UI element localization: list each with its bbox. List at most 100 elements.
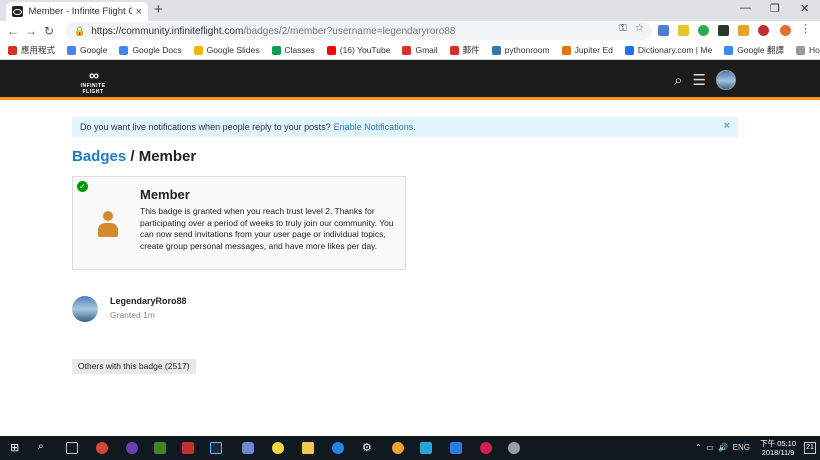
extension-icon[interactable] <box>698 25 709 36</box>
url-domain: https://community.infiniteflight.com <box>91 25 244 37</box>
home-icon <box>795 45 805 55</box>
clock[interactable]: 下午 05:10 2018/11/9 <box>760 439 796 457</box>
store-icon[interactable] <box>450 442 462 454</box>
star-icon[interactable]: ⚿ ☆ <box>619 23 644 34</box>
classroom-icon <box>271 45 281 55</box>
bookmark-google-slides[interactable]: Google Slides <box>193 45 260 55</box>
extension-icon[interactable] <box>658 25 669 36</box>
windows-start-icon[interactable]: ⊞ <box>10 441 22 454</box>
lock-icon: 🔒 <box>74 25 86 36</box>
app-icon[interactable] <box>126 442 138 454</box>
bookmarks-bar: 應用程式 Google Google Docs Google Slides Cl… <box>0 41 820 60</box>
bookmark-label: Home <box>808 45 820 55</box>
jupiter-icon <box>561 45 571 55</box>
extension-icon[interactable] <box>678 25 689 36</box>
badge-description: This badge is granted when you reach tru… <box>140 206 394 251</box>
header-icons: ⌕ ☰ <box>674 70 736 90</box>
bookmark-label: Google <box>80 45 108 55</box>
translate-icon <box>724 45 734 55</box>
settings-gear-icon[interactable]: ⚙ <box>362 441 374 454</box>
reload-icon[interactable]: ↻ <box>40 24 58 38</box>
notification-banner: Do you want live notifications when peop… <box>72 117 738 137</box>
app-icon[interactable] <box>392 442 404 454</box>
user-avatar[interactable] <box>716 70 736 90</box>
bookmark-dictionary[interactable]: Dictionary.com | Me <box>624 45 712 55</box>
app-icon[interactable] <box>420 442 432 454</box>
bookmark-mail[interactable]: 郵件 <box>449 44 480 56</box>
notice-text: Do you want live notifications when peop… <box>80 122 331 132</box>
check-circle-icon: ✓ <box>77 181 88 192</box>
close-icon[interactable]: × <box>724 120 730 132</box>
address-bar[interactable]: 🔒 https://community.infiniteflight.com/b… <box>66 22 652 40</box>
tab-title: Member - Infinite Flight Comm <box>28 6 132 17</box>
others-with-badge-button[interactable]: Others with this badge (2517) <box>72 359 196 374</box>
app-icon[interactable] <box>480 442 492 454</box>
breadcrumb-separator: / <box>126 148 139 165</box>
extension-icon[interactable] <box>738 25 749 36</box>
clock-date: 2018/11/9 <box>761 448 795 457</box>
gmail-icon <box>402 45 412 55</box>
logo-text: INFINITE FLIGHT <box>80 83 106 95</box>
extension-icon[interactable] <box>758 25 769 36</box>
menu-dots-icon[interactable]: ⋮ <box>800 22 811 35</box>
notification-center-icon[interactable]: 21 <box>804 442 816 454</box>
bookmark-classes[interactable]: Classes <box>271 45 315 55</box>
dictionary-icon <box>624 45 634 55</box>
new-tab-button[interactable]: + <box>154 1 163 18</box>
steam-icon[interactable] <box>210 442 222 454</box>
apps-icon <box>8 45 17 55</box>
bookmark-label: 郵件 <box>462 45 480 55</box>
badge-name: Member <box>140 187 190 202</box>
site-header: ∞ INFINITE FLIGHT ⌕ ☰ <box>0 60 820 100</box>
tab-close-icon[interactable]: × <box>136 6 142 18</box>
infinite-flight-logo[interactable]: ∞ INFINITE FLIGHT <box>70 67 116 95</box>
file-explorer-icon[interactable] <box>302 442 314 454</box>
back-arrow-icon[interactable]: ← <box>4 24 22 38</box>
badges-breadcrumb-link[interactable]: Badges <box>72 148 126 165</box>
bookmark-label: Google Docs <box>132 45 182 55</box>
task-view-icon[interactable] <box>66 442 78 454</box>
enable-notifications-link[interactable]: Enable Notifications. <box>334 122 416 132</box>
user-avatar[interactable] <box>72 296 98 322</box>
bookmark-home[interactable]: Home <box>795 45 820 55</box>
bookmark-pythonroom[interactable]: pythonroom <box>491 45 550 55</box>
discord-icon[interactable] <box>242 442 254 454</box>
search-icon[interactable]: ⌕ <box>38 441 50 453</box>
badge-card: ✓ Member This badge is granted when you … <box>72 176 406 270</box>
bookmark-label: Jupiter Ed <box>574 45 613 55</box>
bookmark-label: 應用程式 <box>21 45 56 55</box>
close-window-button[interactable]: ✕ <box>800 2 809 15</box>
sun-icon[interactable] <box>272 442 284 454</box>
bookmark-apps[interactable]: 應用程式 <box>8 44 55 56</box>
edge-icon[interactable] <box>332 442 344 454</box>
youtube-icon <box>326 45 336 55</box>
bookmark-youtube[interactable]: (16) YouTube <box>326 45 390 55</box>
chrome-icon[interactable] <box>96 442 108 454</box>
app-icon[interactable] <box>182 442 194 454</box>
language-indicator[interactable]: ENG <box>733 443 750 452</box>
bookmark-google-translate[interactable]: Google 翻譯 <box>724 44 784 56</box>
app-icon[interactable] <box>508 442 520 454</box>
minimize-button[interactable]: — <box>740 2 751 14</box>
granted-time: Granted 1m <box>110 310 155 320</box>
browser-tab[interactable]: Member - Infinite Flight Comm × <box>6 2 148 21</box>
google-icon <box>67 45 77 55</box>
minecraft-icon[interactable] <box>154 442 166 454</box>
username-link[interactable]: LegendaryRoro88 <box>110 296 187 306</box>
bookmark-label: Google Slides <box>206 45 260 55</box>
bookmark-google[interactable]: Google <box>67 45 107 55</box>
bookmark-gmail[interactable]: Gmail <box>402 45 438 55</box>
slides-icon <box>193 45 203 55</box>
forward-arrow-icon[interactable]: → <box>22 24 40 38</box>
maximize-button[interactable]: ❐ <box>770 2 780 15</box>
hamburger-menu-icon[interactable]: ☰ <box>693 71 706 89</box>
search-icon[interactable]: ⌕ <box>674 72 682 89</box>
bookmark-jupiter-ed[interactable]: Jupiter Ed <box>561 45 613 55</box>
extension-icon[interactable] <box>718 25 729 36</box>
bookmark-google-docs[interactable]: Google Docs <box>119 45 182 55</box>
system-tray[interactable]: ⌃ ▭ 🔊 ENG <box>695 443 750 452</box>
url-path: /badges/2/member?username=legendaryroro8… <box>243 25 456 37</box>
profile-avatar-icon[interactable] <box>780 25 791 36</box>
bookmark-label: Classes <box>284 45 315 55</box>
bookmark-label: Google 翻譯 <box>737 45 784 55</box>
